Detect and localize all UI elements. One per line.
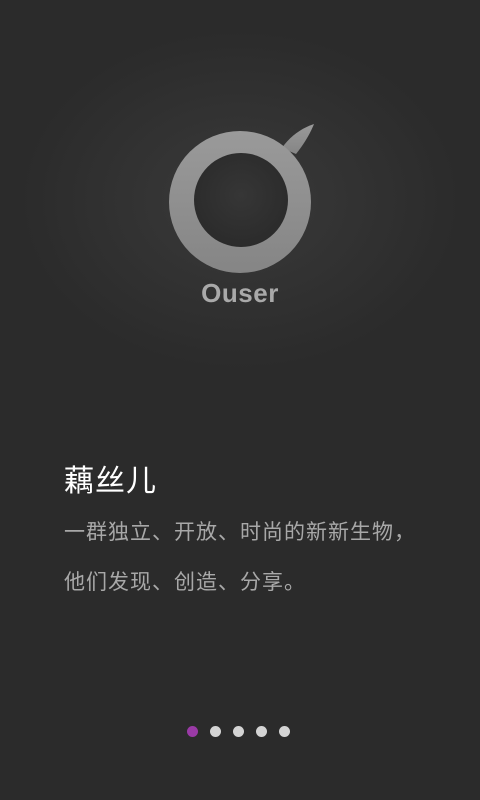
page-dot-2[interactable] (210, 726, 221, 737)
intro-headline: 藕丝儿 (64, 464, 157, 499)
intro-description-line-1: 一群独立、开放、时尚的新新生物， (64, 520, 416, 544)
ouser-logo-icon (169, 124, 314, 273)
page-dot-5[interactable] (279, 726, 290, 737)
page-dot-1[interactable] (187, 726, 198, 737)
intro-description-line-2: 他们发现、创造、分享。 (64, 570, 306, 594)
app-name: Ouser (201, 278, 279, 308)
page-dot-4[interactable] (256, 726, 267, 737)
page-dot-3[interactable] (233, 726, 244, 737)
page-indicator (187, 726, 290, 737)
splash-screen: Ouser 藕丝儿 一群独立、开放、时尚的新新生物， 他们发现、创造、分享。 (0, 0, 480, 800)
